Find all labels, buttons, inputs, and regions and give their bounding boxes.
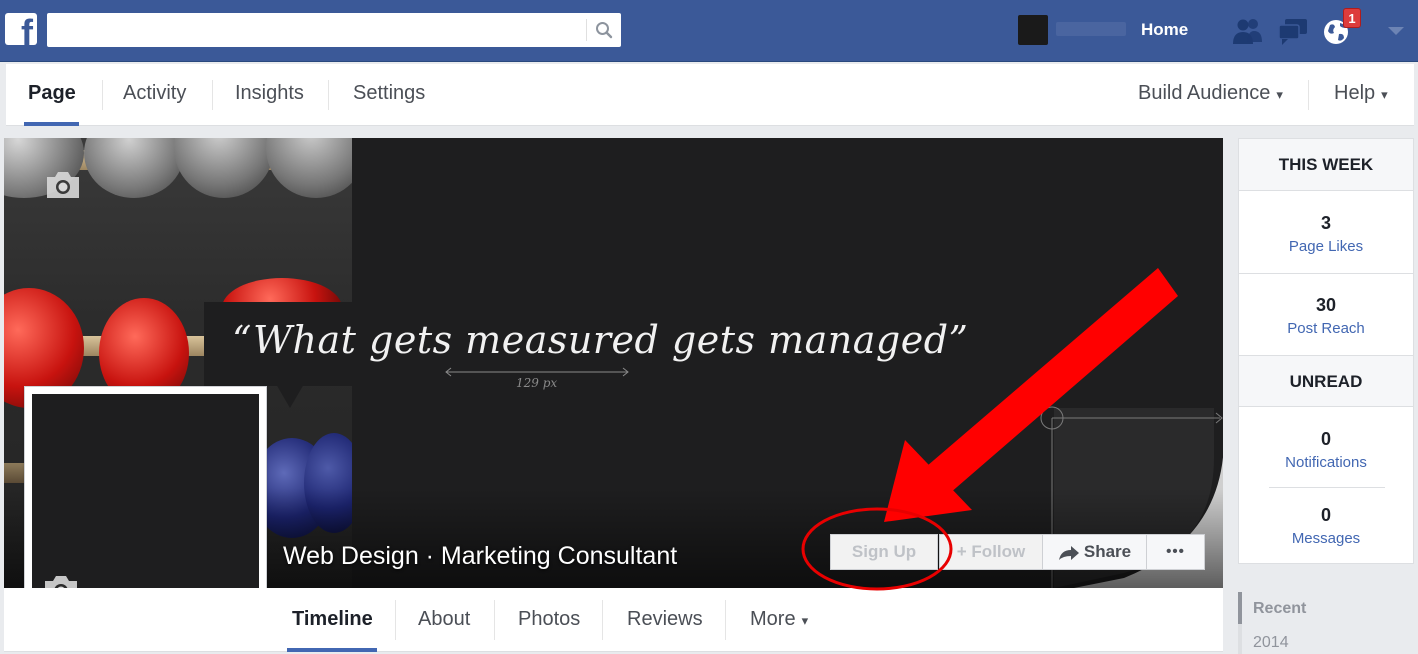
build-audience-label: Build Audience bbox=[1138, 82, 1271, 104]
divider bbox=[725, 600, 726, 640]
tab-insights[interactable]: Insights bbox=[235, 64, 304, 126]
share-label: Share bbox=[1083, 542, 1132, 561]
tab-about[interactable]: About bbox=[418, 588, 470, 652]
active-tab-indicator bbox=[287, 648, 377, 652]
follow-button[interactable]: + Follow bbox=[939, 534, 1043, 570]
page-likes-count: 3 bbox=[1320, 213, 1331, 233]
divider bbox=[1308, 80, 1309, 110]
active-year-marker bbox=[1238, 592, 1242, 624]
share-button[interactable]: Share bbox=[1042, 534, 1147, 570]
year-2014-link[interactable]: 2014 bbox=[1253, 634, 1289, 652]
tab-activity[interactable]: Activity bbox=[123, 64, 186, 126]
divider bbox=[1269, 487, 1385, 488]
active-tab-indicator bbox=[24, 122, 79, 126]
top-navigation-bar: f Home 1 bbox=[0, 0, 1418, 62]
cover-quote-text: “What gets measured gets managed” bbox=[232, 318, 969, 362]
tab-timeline[interactable]: Timeline bbox=[292, 588, 373, 652]
messages-stat[interactable]: 0 Messages bbox=[1239, 505, 1413, 547]
chevron-down-icon: ▾ bbox=[1276, 87, 1283, 102]
tab-reviews[interactable]: Reviews bbox=[627, 588, 703, 652]
page-admin-nav: Page Activity Insights Settings Build Au… bbox=[6, 64, 1414, 126]
messages-count: 0 bbox=[1320, 505, 1331, 525]
divider bbox=[1239, 273, 1413, 274]
notification-count-badge: 1 bbox=[1343, 8, 1361, 28]
search-icon[interactable] bbox=[595, 21, 613, 39]
tab-photos[interactable]: Photos bbox=[518, 588, 580, 652]
timeline-year-nav: Recent 2014 bbox=[1238, 592, 1414, 654]
notifications-stat[interactable]: 0 Notifications bbox=[1239, 429, 1413, 471]
tab-page[interactable]: Page bbox=[28, 64, 76, 126]
page-likes-link[interactable]: Page Likes bbox=[1239, 238, 1413, 255]
year-marker bbox=[1238, 624, 1242, 654]
divider bbox=[212, 80, 213, 110]
chevron-down-icon: ▾ bbox=[1381, 87, 1388, 102]
chevron-down-icon: ▾ bbox=[801, 613, 809, 628]
share-arrow-icon bbox=[1058, 545, 1079, 560]
friend-requests-icon[interactable] bbox=[1230, 14, 1264, 48]
timeline-tabs-bar: Timeline About Photos Reviews More ▾ bbox=[4, 588, 1223, 652]
account-menu-caret-icon[interactable] bbox=[1388, 27, 1404, 35]
page-stats-panel: THIS WEEK 3 Page Likes 30 Post Reach UNR… bbox=[1238, 138, 1414, 564]
page-title: Web Design · Marketing Consultant bbox=[283, 542, 678, 570]
this-week-heading: THIS WEEK bbox=[1239, 139, 1413, 191]
user-name-redacted[interactable] bbox=[1056, 22, 1126, 36]
divider bbox=[328, 80, 329, 110]
measure-label: 129 px bbox=[516, 376, 558, 390]
follow-label: Follow bbox=[971, 542, 1026, 561]
page-likes-stat[interactable]: 3 Page Likes bbox=[1239, 213, 1413, 255]
signup-button[interactable]: Sign Up bbox=[830, 534, 938, 570]
divider bbox=[395, 600, 396, 640]
messages-link[interactable]: Messages bbox=[1239, 530, 1413, 547]
post-reach-stat[interactable]: 30 Post Reach bbox=[1239, 295, 1413, 337]
user-avatar[interactable] bbox=[1018, 15, 1048, 45]
home-link[interactable]: Home bbox=[1141, 20, 1188, 40]
notifications-link[interactable]: Notifications bbox=[1239, 454, 1413, 471]
facebook-logo[interactable]: f bbox=[5, 13, 37, 45]
help-label: Help bbox=[1334, 82, 1376, 104]
post-reach-count: 30 bbox=[1315, 295, 1337, 315]
help-menu[interactable]: Help ▾ bbox=[1334, 64, 1388, 126]
more-options-button[interactable]: ••• bbox=[1146, 534, 1205, 570]
notifications-count: 0 bbox=[1320, 429, 1331, 449]
build-audience-menu[interactable]: Build Audience ▾ bbox=[1138, 64, 1283, 126]
post-reach-link[interactable]: Post Reach bbox=[1239, 320, 1413, 337]
divider bbox=[102, 80, 103, 110]
divider bbox=[602, 600, 603, 640]
plus-icon: + bbox=[956, 542, 967, 561]
tab-settings[interactable]: Settings bbox=[353, 64, 425, 126]
unread-heading: UNREAD bbox=[1239, 355, 1413, 407]
change-cover-camera-icon[interactable] bbox=[44, 170, 82, 200]
divider bbox=[494, 600, 495, 640]
more-label: More bbox=[750, 608, 796, 630]
messages-icon[interactable] bbox=[1276, 14, 1310, 48]
quote-bubble-tail bbox=[276, 384, 304, 408]
recent-link[interactable]: Recent bbox=[1253, 600, 1306, 618]
tab-more[interactable]: More ▾ bbox=[750, 588, 808, 652]
search-input[interactable] bbox=[47, 13, 621, 47]
